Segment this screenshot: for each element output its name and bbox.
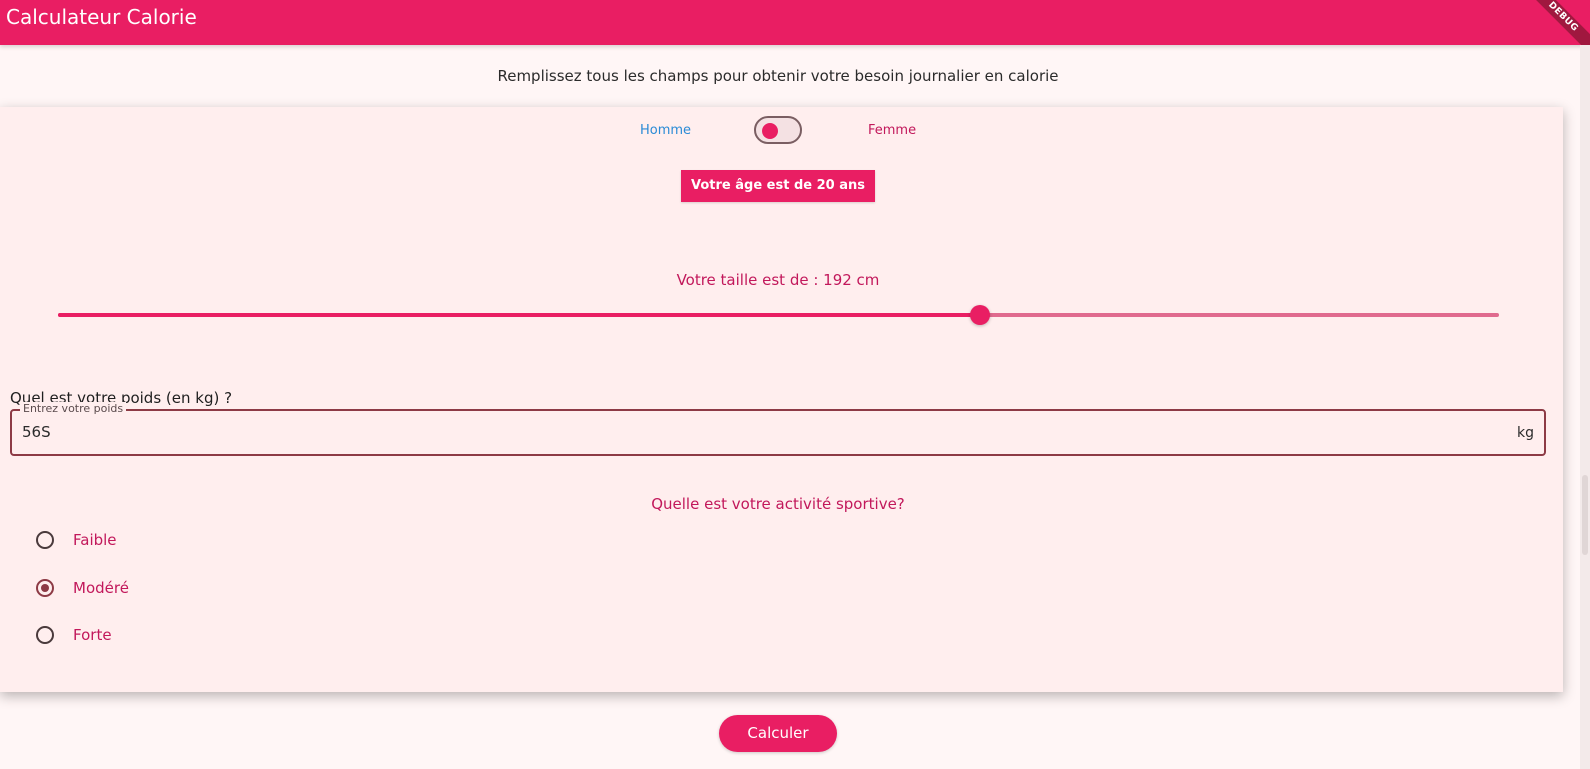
activity-option-label: Faible xyxy=(73,531,117,549)
intro-text: Remplissez tous les champs pour obtenir … xyxy=(497,67,1059,85)
weight-unit: kg xyxy=(1517,425,1534,441)
radio-selected-icon[interactable] xyxy=(36,579,54,597)
calculate-button[interactable]: Calculer xyxy=(719,715,837,752)
height-slider-active-track xyxy=(58,313,981,317)
page-scrollbar[interactable] xyxy=(1580,45,1590,769)
height-label: Votre taille est de : 192 cm xyxy=(676,271,880,289)
gender-label-homme: Homme xyxy=(640,123,692,138)
activity-option-label: Modéré xyxy=(73,579,129,597)
radio-unselected-icon[interactable] xyxy=(36,531,54,549)
height-slider-thumb[interactable] xyxy=(970,305,991,325)
weight-field[interactable]: Entrez votre poids kg xyxy=(10,402,1546,456)
activity-question: Quelle est votre activité sportive? xyxy=(651,495,905,513)
scrollbar-thumb[interactable] xyxy=(1582,475,1588,555)
activity-option-label: Forte xyxy=(73,626,112,644)
app-title: Calculateur Calorie xyxy=(6,5,197,29)
weight-field-label: Entrez votre poids xyxy=(20,402,127,415)
gender-switch[interactable] xyxy=(754,116,802,144)
gender-label-femme: Femme xyxy=(868,123,917,138)
form-card: Homme Femme Votre âge est de 20 ans Votr… xyxy=(0,107,1563,692)
age-button[interactable]: Votre âge est de 20 ans xyxy=(681,170,875,202)
radio-dot-icon xyxy=(41,584,49,592)
gender-switch-thumb xyxy=(762,123,778,139)
radio-unselected-icon[interactable] xyxy=(36,626,54,644)
app-bar: Calculateur Calorie DEBUG xyxy=(0,0,1590,45)
height-slider[interactable] xyxy=(58,305,1499,325)
weight-input[interactable] xyxy=(22,421,1482,443)
debug-banner: DEBUG xyxy=(1519,0,1590,45)
